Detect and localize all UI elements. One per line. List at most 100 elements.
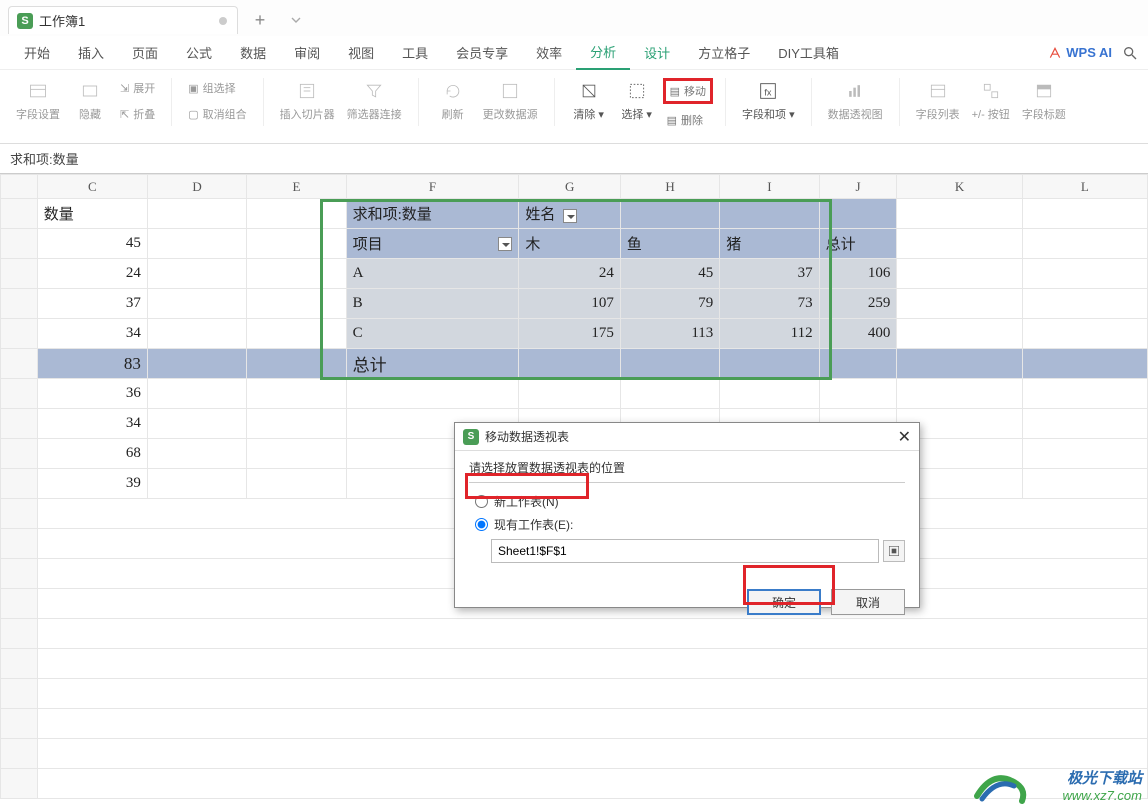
col-header[interactable]: L: [1022, 175, 1147, 199]
pivot-col-dropdown-icon[interactable]: [563, 209, 577, 223]
field-header-button[interactable]: 字段标题: [1018, 78, 1070, 124]
row-header[interactable]: [1, 199, 38, 229]
pivot-value[interactable]: 106: [819, 259, 897, 289]
cell[interactable]: [147, 439, 246, 469]
select-button[interactable]: 选择 ▾: [615, 78, 659, 124]
row-header[interactable]: [1, 709, 38, 739]
cell[interactable]: [1022, 379, 1147, 409]
row-header[interactable]: [1, 649, 38, 679]
row-header[interactable]: [1, 289, 38, 319]
cell[interactable]: [620, 349, 719, 379]
row-header[interactable]: [1, 739, 38, 769]
row-header[interactable]: [1, 409, 38, 439]
search-icon[interactable]: [1122, 45, 1138, 61]
cell[interactable]: [897, 319, 1022, 349]
cell[interactable]: 39: [37, 469, 147, 499]
cell[interactable]: [519, 349, 621, 379]
cell[interactable]: [247, 199, 346, 229]
row-header[interactable]: [1, 499, 38, 529]
cell[interactable]: [247, 289, 346, 319]
menu-member[interactable]: 会员专享: [442, 36, 522, 70]
pivot-row-label[interactable]: C: [346, 319, 519, 349]
col-header[interactable]: J: [819, 175, 897, 199]
cancel-button[interactable]: 取消: [831, 589, 905, 615]
pivot-chart-button[interactable]: 数据透视图: [824, 78, 887, 124]
col-header[interactable]: F: [346, 175, 519, 199]
cell[interactable]: [346, 379, 519, 409]
pivot-value[interactable]: 73: [720, 289, 819, 319]
menu-page[interactable]: 页面: [118, 36, 172, 70]
cell[interactable]: [147, 409, 246, 439]
cell[interactable]: [147, 199, 246, 229]
wps-ai-button[interactable]: WPS AI: [1048, 45, 1112, 60]
pivot-value[interactable]: 45: [620, 259, 719, 289]
col-header[interactable]: K: [897, 175, 1022, 199]
row-header[interactable]: [1, 229, 38, 259]
change-source-button[interactable]: 更改数据源: [479, 78, 542, 124]
cell[interactable]: [1022, 469, 1147, 499]
menu-fanglige[interactable]: 方立格子: [684, 36, 764, 70]
plus-minus-button[interactable]: +/- 按钮: [968, 78, 1014, 124]
pivot-value[interactable]: 107: [519, 289, 621, 319]
cell[interactable]: [1022, 199, 1147, 229]
insert-slicer-button[interactable]: 插入切片器: [276, 78, 339, 124]
cell[interactable]: [1022, 439, 1147, 469]
cell[interactable]: [247, 439, 346, 469]
cell[interactable]: [897, 259, 1022, 289]
row-header[interactable]: [1, 469, 38, 499]
name-box[interactable]: 求和项:数量: [4, 147, 85, 170]
menu-insert[interactable]: 插入: [64, 36, 118, 70]
row-header[interactable]: [1, 619, 38, 649]
refresh-button[interactable]: 刷新: [431, 78, 475, 124]
cell[interactable]: [147, 319, 246, 349]
cell[interactable]: [37, 679, 1147, 709]
cell[interactable]: 45: [37, 229, 147, 259]
menu-formula[interactable]: 公式: [172, 36, 226, 70]
pivot-rowfield-cell[interactable]: 项目: [346, 229, 519, 259]
col-header[interactable]: I: [720, 175, 819, 199]
menu-data[interactable]: 数据: [226, 36, 280, 70]
col-header[interactable]: H: [620, 175, 719, 199]
cell[interactable]: [1022, 229, 1147, 259]
pivot-title-cell[interactable]: 求和项:数量: [346, 199, 519, 229]
cell[interactable]: [897, 349, 1022, 379]
cell[interactable]: 68: [37, 439, 147, 469]
pivot-col-header[interactable]: 猪: [720, 229, 819, 259]
pivot-value[interactable]: 175: [519, 319, 621, 349]
row-header[interactable]: [1, 349, 38, 379]
row-header[interactable]: [1, 259, 38, 289]
cell[interactable]: [247, 319, 346, 349]
collapse-button[interactable]: ⇱ 折叠: [116, 104, 159, 124]
range-input[interactable]: [491, 539, 879, 563]
menu-efficiency[interactable]: 效率: [522, 36, 576, 70]
row-header[interactable]: [1, 529, 38, 559]
cell[interactable]: [147, 229, 246, 259]
delete-button[interactable]: ▤ 删除: [663, 110, 713, 130]
existing-sheet-radio[interactable]: [475, 518, 488, 531]
cell[interactable]: [897, 199, 1022, 229]
field-and-item-button[interactable]: fx 字段和项 ▾: [738, 78, 799, 124]
tab-menu-chevron-icon[interactable]: [282, 6, 310, 34]
cell[interactable]: [247, 469, 346, 499]
cell[interactable]: [147, 259, 246, 289]
pivot-value[interactable]: 259: [819, 289, 897, 319]
cell[interactable]: 数量: [37, 199, 147, 229]
menu-analysis[interactable]: 分析: [576, 36, 630, 70]
cell[interactable]: 34: [37, 319, 147, 349]
row-header[interactable]: [1, 319, 38, 349]
cell[interactable]: [147, 349, 246, 379]
cell[interactable]: [37, 709, 1147, 739]
pivot-value[interactable]: 24: [519, 259, 621, 289]
clear-button[interactable]: 清除 ▾: [567, 78, 611, 124]
cell[interactable]: [897, 229, 1022, 259]
row-header[interactable]: [1, 439, 38, 469]
cell[interactable]: [720, 349, 819, 379]
cell[interactable]: 83: [37, 349, 147, 379]
cell[interactable]: [247, 259, 346, 289]
cell[interactable]: [247, 379, 346, 409]
cell[interactable]: [1022, 319, 1147, 349]
pivot-value[interactable]: 113: [620, 319, 719, 349]
pivot-value[interactable]: 37: [720, 259, 819, 289]
col-header[interactable]: D: [147, 175, 246, 199]
cell[interactable]: [897, 289, 1022, 319]
